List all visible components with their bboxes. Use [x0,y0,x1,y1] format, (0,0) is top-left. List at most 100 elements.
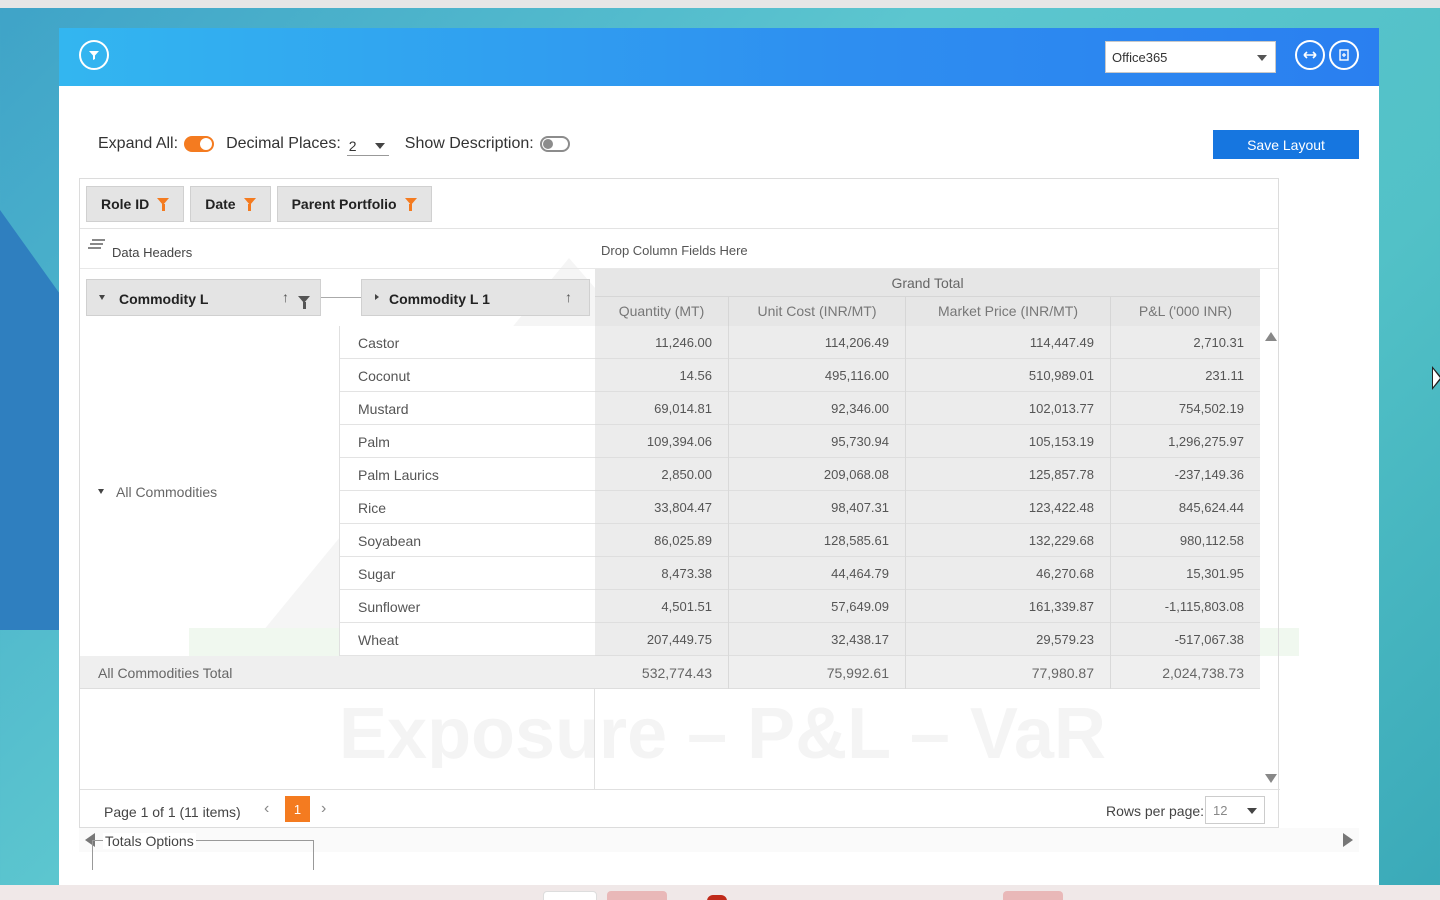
drop-column-fields-zone[interactable]: Drop Column Fields Here [601,243,748,258]
value-cell[interactable]: 495,116.00 [729,359,906,392]
scroll-right-icon[interactable] [1343,833,1353,847]
value-cell[interactable]: -237,149.36 [1111,458,1260,491]
value-cell[interactable]: 4,501.51 [595,590,729,623]
row-name-cell[interactable]: Coconut [340,359,595,392]
theme-select[interactable]: Office365 [1105,41,1276,73]
value-cell[interactable]: 44,464.79 [729,557,906,590]
value-cell[interactable]: 105,153.19 [906,425,1111,458]
expand-all-toggle[interactable] [184,136,215,152]
collapse-icon[interactable] [99,295,105,300]
vertical-scrollbar[interactable] [1260,326,1280,789]
value-cell[interactable]: 86,025.89 [595,524,729,557]
row-group-cell: All Commodities [80,326,340,656]
value-cell[interactable]: 114,447.49 [906,326,1111,359]
filter-field-parent-portfolio[interactable]: Parent Portfolio [276,185,432,222]
value-cell[interactable]: 510,989.01 [906,359,1111,392]
total-value-cell[interactable]: 75,992.61 [729,656,906,689]
row-name-cell[interactable]: Palm [340,425,595,458]
value-cell[interactable]: 1,296,275.97 [1111,425,1260,458]
measure-header[interactable]: P&L ('000 INR) [1111,297,1260,326]
value-cell[interactable]: 14.56 [595,359,729,392]
sort-ascending-icon[interactable]: ↑ [282,289,289,305]
value-cell[interactable]: 845,624.44 [1111,491,1260,524]
filter-icon[interactable] [404,198,417,211]
row-name-cell[interactable]: Rice [340,491,595,524]
rows-per-page-select[interactable]: 12 [1205,796,1265,824]
value-cell[interactable]: 98,407.31 [729,491,906,524]
value-cell[interactable]: 161,339.87 [906,590,1111,623]
value-cell[interactable]: 123,422.48 [906,491,1111,524]
value-cell[interactable]: 209,068.08 [729,458,906,491]
table-row: 11,246.00 114,206.49 114,447.49 2,710.31 [595,326,1260,359]
expand-icon[interactable] [375,294,379,300]
next-page-icon[interactable]: › [321,800,326,818]
value-cell[interactable]: 29,579.23 [906,623,1111,656]
value-cell[interactable]: 207,449.75 [595,623,729,656]
measure-header[interactable]: Market Price (INR/MT) [906,297,1111,326]
row-group-label: All Commodities [116,484,218,500]
value-cell[interactable]: 11,246.00 [595,326,729,359]
total-value-cell[interactable]: 2,024,738.73 [1111,656,1260,689]
taskbar-item[interactable] [543,891,597,900]
value-cell[interactable]: 57,649.09 [729,590,906,623]
value-cell[interactable]: 231.11 [1111,359,1260,392]
row-name-cell[interactable]: Mustard [340,392,595,425]
filter-field-role-id[interactable]: Role ID [86,185,185,222]
scroll-down-icon[interactable] [1265,774,1277,783]
value-cell[interactable]: -1,115,803.08 [1111,590,1260,623]
total-value-cell[interactable]: 532,774.43 [595,656,729,689]
value-cell[interactable]: 980,112.58 [1111,524,1260,557]
row-group-all-commodities[interactable]: All Commodities [98,484,217,500]
value-cell[interactable]: 2,710.31 [1111,326,1260,359]
row-field-commodity-l-1[interactable]: Commodity L 1 ↑ [361,279,590,316]
value-cell[interactable]: 128,585.61 [729,524,906,557]
decimal-places-select[interactable]: 2 [346,132,389,156]
value-cell[interactable]: 69,014.81 [595,392,729,425]
value-cell[interactable]: 32,438.17 [729,623,906,656]
value-cell[interactable]: 92,346.00 [729,392,906,425]
filter-icon[interactable] [298,296,310,309]
row-name-cell[interactable]: Castor [340,326,595,359]
value-cell[interactable]: 132,229.68 [906,524,1111,557]
value-cell[interactable]: 102,013.77 [906,392,1111,425]
value-cell[interactable]: 95,730.94 [729,425,906,458]
value-cell[interactable]: 46,270.68 [906,557,1111,590]
show-description-toggle[interactable] [539,136,570,152]
measure-header[interactable]: Unit Cost (INR/MT) [729,297,906,326]
taskbar-item[interactable] [607,891,667,900]
page-1-button[interactable]: 1 [285,796,310,822]
export-button[interactable] [1329,40,1359,70]
sort-ascending-icon[interactable]: ↑ [565,289,572,305]
collapse-icon[interactable] [98,489,104,494]
measure-header[interactable]: Quantity (MT) [595,297,729,326]
filter-icon[interactable] [157,198,170,211]
value-cell[interactable]: 15,301.95 [1111,557,1260,590]
value-cell[interactable]: 754,502.19 [1111,392,1260,425]
previous-page-icon[interactable]: ‹ [264,800,269,818]
row-name-cell[interactable]: Palm Laurics [340,458,595,491]
taskbar-item[interactable] [707,895,727,900]
value-cell[interactable]: 8,473.38 [595,557,729,590]
save-layout-button[interactable]: Save Layout [1213,130,1359,159]
row-name-cell[interactable]: Wheat [340,623,595,656]
row-name-cell[interactable]: Sunflower [340,590,595,623]
row-names-column: Castor Coconut Mustard Palm Palm Laurics Rice… [340,326,595,656]
taskbar-item[interactable] [1003,891,1063,900]
row-field-commodity-l[interactable]: Commodity L ↑ [86,279,321,316]
filter-toggle-button[interactable] [79,40,109,70]
value-cell[interactable]: 33,804.47 [595,491,729,524]
value-cell[interactable]: 2,850.00 [595,458,729,491]
value-cell[interactable]: -517,067.38 [1111,623,1260,656]
value-cell[interactable]: 109,394.06 [595,425,729,458]
total-value-cell[interactable]: 77,980.87 [906,656,1111,689]
row-name-cell[interactable]: Sugar [340,557,595,590]
table-row: 8,473.38 44,464.79 46,270.68 15,301.95 [595,557,1260,590]
value-cell[interactable]: 125,857.78 [906,458,1111,491]
filter-field-date[interactable]: Date [190,185,271,222]
scroll-up-icon[interactable] [1265,332,1277,341]
filter-icon[interactable] [243,198,256,211]
row-name-cell[interactable]: Soyabean [340,524,595,557]
expand-columns-button[interactable] [1295,40,1325,70]
empty-row-area [80,689,595,789]
value-cell[interactable]: 114,206.49 [729,326,906,359]
